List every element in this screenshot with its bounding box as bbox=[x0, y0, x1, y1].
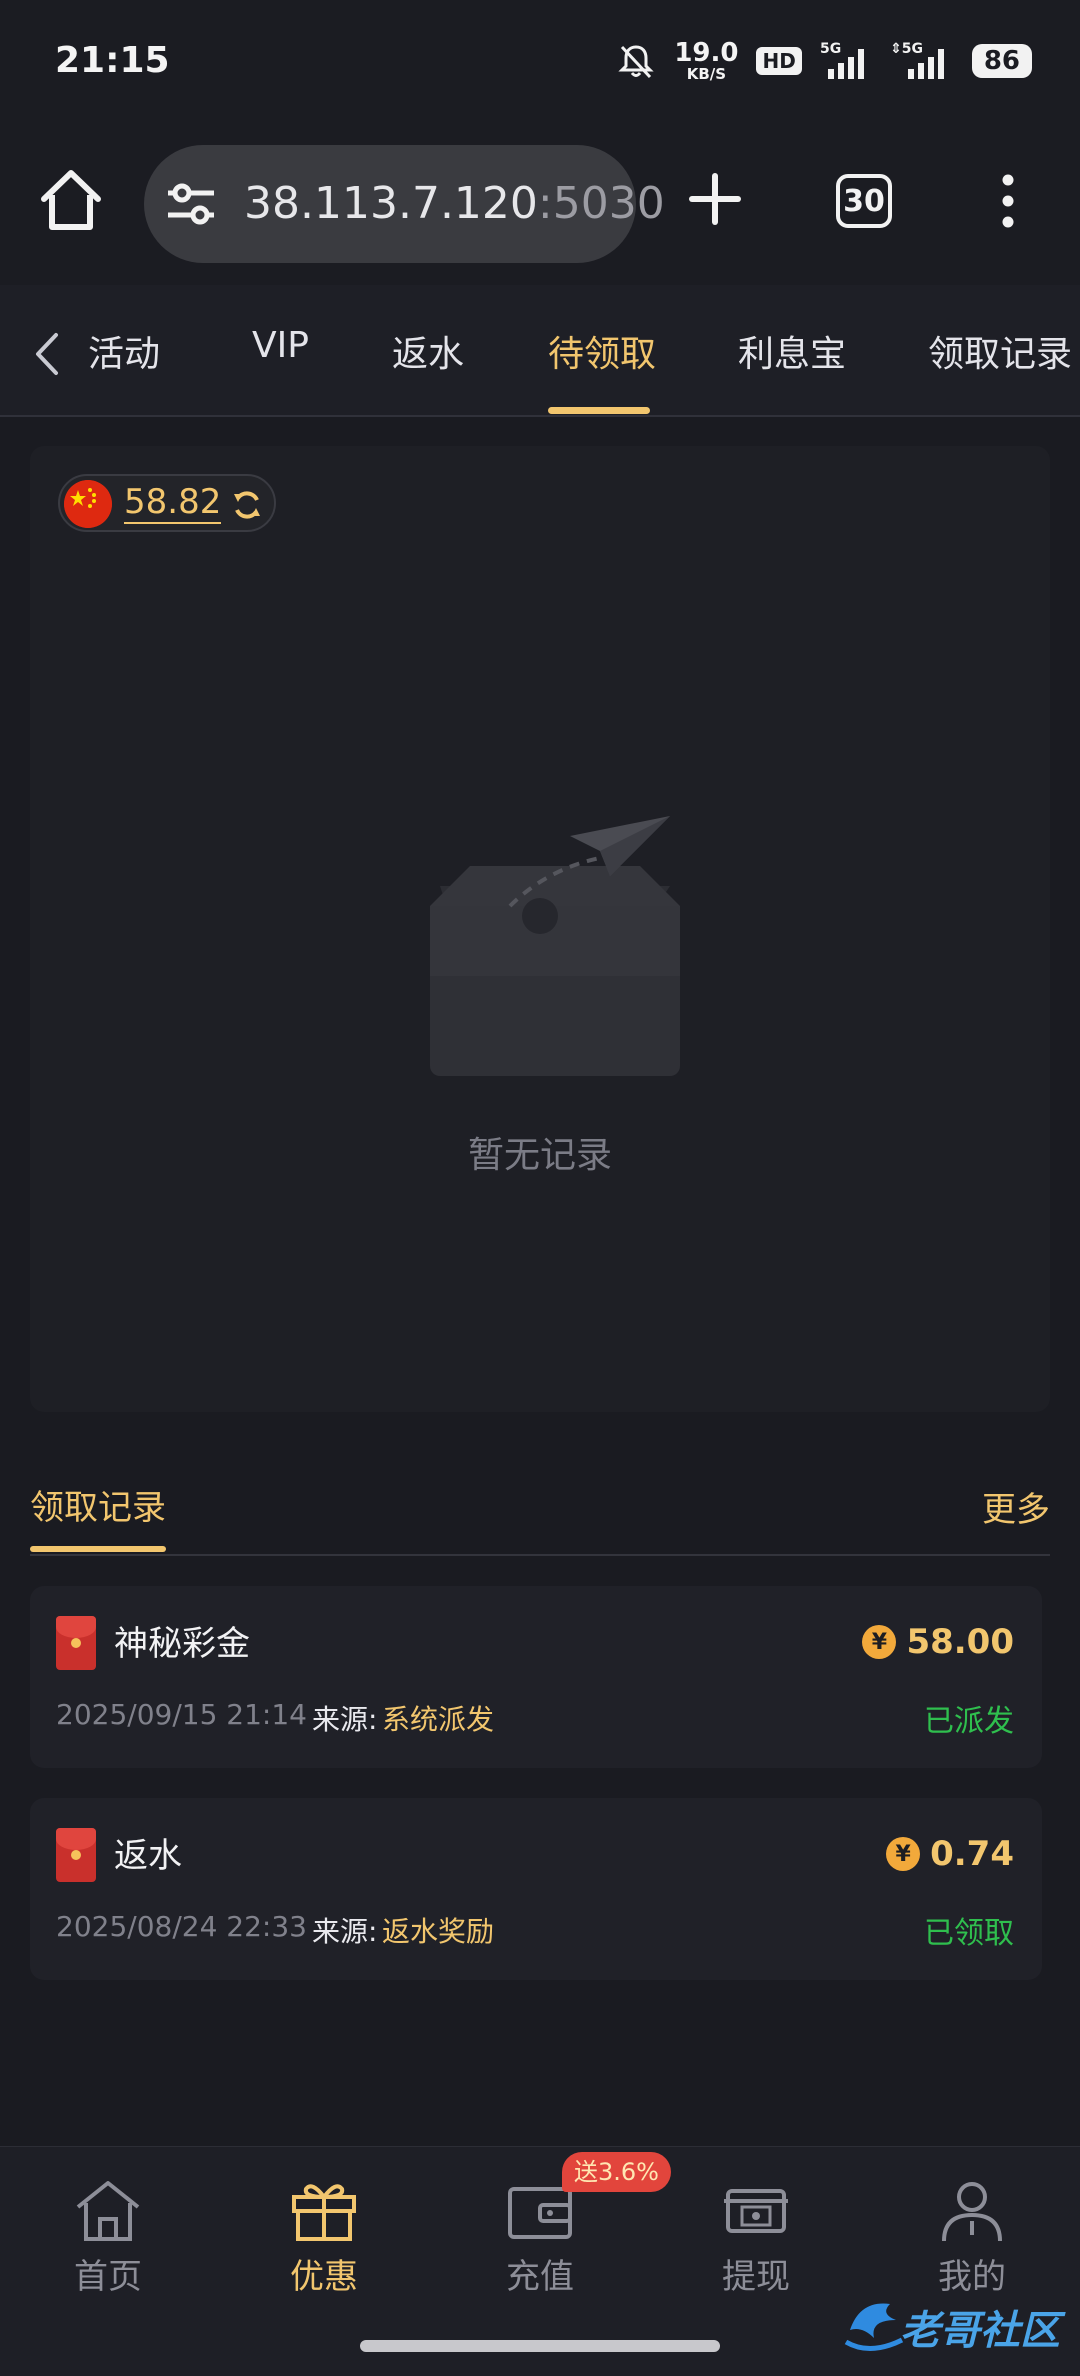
china-flag-icon bbox=[64, 480, 112, 528]
record-name: 返水 bbox=[114, 1836, 182, 1876]
record-amount: ¥ 58.00 bbox=[862, 1622, 1014, 1662]
red-envelope-icon bbox=[56, 1828, 96, 1882]
cash-icon bbox=[724, 2189, 788, 2233]
balance-pill: 58.82 bbox=[58, 474, 276, 532]
coin-icon: ¥ bbox=[886, 1837, 921, 1871]
tab-interest[interactable]: 利息宝 bbox=[738, 325, 846, 377]
status-icons: 19.0 KB/S HD 5G ⇕5G 86 bbox=[616, 40, 1032, 82]
watermark-logo: 老哥社区 bbox=[840, 2290, 1070, 2360]
record-status: 已领取 bbox=[924, 1916, 1014, 1951]
red-envelope-icon bbox=[56, 1616, 96, 1670]
more-vert-icon[interactable] bbox=[990, 172, 1026, 230]
empty-box-icon bbox=[430, 816, 680, 1076]
nav-promotions-label: 优惠 bbox=[290, 2257, 358, 2297]
records-title[interactable]: 领取记录 bbox=[30, 1480, 166, 1529]
gift-icon bbox=[292, 2184, 356, 2241]
nav-home[interactable]: 首页 bbox=[28, 2177, 188, 2307]
record-date: 2025/09/15 21:14 bbox=[56, 1698, 307, 1731]
more-link[interactable]: 更多 bbox=[982, 1482, 1050, 1531]
new-tab-icon[interactable] bbox=[688, 172, 742, 226]
record-status: 已派发 bbox=[924, 1704, 1014, 1739]
active-tab-indicator bbox=[548, 407, 650, 414]
refresh-icon[interactable] bbox=[230, 488, 264, 522]
nav-withdraw-label: 提现 bbox=[722, 2257, 790, 2297]
status-bar: 21:15 19.0 KB/S HD 5G ⇕5G 86 bbox=[0, 0, 1080, 130]
tab-claim-history[interactable]: 领取记录 bbox=[928, 325, 1072, 377]
nav-promotions[interactable]: 优惠 bbox=[244, 2177, 404, 2307]
url-host: 38.113.7.120 bbox=[244, 178, 538, 229]
signal-5g-icon-2: ⇕5G bbox=[890, 41, 944, 79]
tab-pending[interactable]: 待领取 bbox=[548, 325, 656, 377]
home-icon bbox=[76, 2181, 140, 2241]
record-amount-value: 58.00 bbox=[906, 1622, 1014, 1662]
promo-badge: 送3.6% bbox=[562, 2152, 671, 2192]
record-source: 返水奖励 bbox=[382, 1915, 495, 1948]
nav-withdraw[interactable]: 提现 bbox=[676, 2177, 836, 2307]
record-amount: ¥ 0.74 bbox=[886, 1834, 1014, 1874]
empty-state-text: 暂无记录 bbox=[467, 1135, 612, 1176]
balance-value: 58.82 bbox=[124, 482, 222, 524]
status-time: 21:15 bbox=[55, 40, 170, 81]
hd-badge: HD bbox=[756, 47, 802, 75]
chevron-left-icon[interactable] bbox=[28, 331, 68, 377]
watermark-text: 老哥社区 bbox=[900, 2308, 1060, 2354]
home-indicator[interactable] bbox=[360, 2340, 720, 2352]
category-tabs: 活动 VIP 返水 待领取 利息宝 领取记录 bbox=[0, 285, 1080, 417]
tab-activity[interactable]: 活动 bbox=[88, 325, 160, 377]
svg-text:⇕5G: ⇕5G bbox=[890, 41, 923, 57]
tab-switcher-button[interactable]: 30 bbox=[836, 174, 892, 228]
pending-card: 58.82 暂无记录 bbox=[30, 446, 1050, 1412]
tab-vip[interactable]: VIP bbox=[252, 325, 309, 366]
nav-deposit[interactable]: 充值 bbox=[460, 2177, 620, 2307]
svg-text:5G: 5G bbox=[820, 41, 841, 57]
bell-off-icon bbox=[618, 45, 654, 79]
user-icon bbox=[942, 2182, 1002, 2242]
record-name: 神秘彩金 bbox=[114, 1624, 250, 1664]
record-source: 系统派发 bbox=[382, 1703, 495, 1736]
record-date: 2025/08/24 22:33 bbox=[56, 1910, 307, 1943]
record-item[interactable]: 返水 ¥ 0.74 2025/08/24 22:33 来源: 返水奖励 已领取 bbox=[30, 1798, 1042, 1980]
signal-5g-icon: 5G bbox=[820, 41, 864, 79]
site-settings-icon[interactable] bbox=[166, 183, 216, 225]
record-item[interactable]: 神秘彩金 ¥ 58.00 2025/09/15 21:14 来源: 系统派发 已… bbox=[30, 1586, 1042, 1768]
coin-icon: ¥ bbox=[862, 1625, 897, 1659]
page: 21:15 19.0 KB/S HD 5G ⇕5G 86 38.113.7.12… bbox=[0, 0, 1080, 2376]
records-title-underline bbox=[30, 1546, 166, 1552]
nav-profile[interactable]: 我的 bbox=[892, 2177, 1052, 2307]
address-bar[interactable]: 38.113.7.120:5030 bbox=[144, 145, 665, 263]
speed-value: 19.0 bbox=[674, 38, 739, 68]
browser-toolbar: 38.113.7.120:5030 30 bbox=[0, 130, 1080, 285]
records-header: 领取记录 更多 bbox=[30, 1470, 1050, 1556]
nav-home-label: 首页 bbox=[74, 2257, 142, 2297]
battery-indicator: 86 bbox=[971, 44, 1032, 78]
tab-rebate[interactable]: 返水 bbox=[392, 325, 464, 377]
nav-deposit-label: 充值 bbox=[506, 2257, 574, 2297]
speed-unit: KB/S bbox=[686, 65, 727, 83]
record-source-label: 来源: bbox=[312, 1915, 378, 1948]
url-text[interactable]: 38.113.7.120:5030 bbox=[244, 178, 665, 229]
record-amount-value: 0.74 bbox=[930, 1834, 1014, 1874]
home-icon[interactable] bbox=[38, 165, 104, 235]
network-speed: 19.0 KB/S bbox=[674, 40, 738, 82]
url-port: :5030 bbox=[537, 178, 665, 229]
record-source-label: 来源: bbox=[312, 1703, 378, 1736]
